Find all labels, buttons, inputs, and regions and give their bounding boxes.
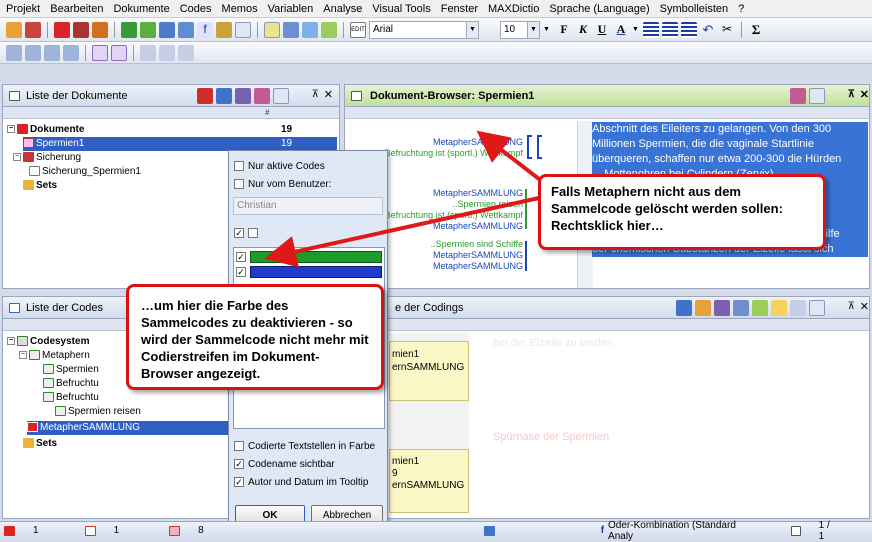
- documents-status-icon: [4, 525, 15, 536]
- status-page: 1 / 1: [790, 520, 854, 542]
- status-codes: 1: [84, 525, 138, 536]
- status-mode: f Oder-Kombination (Standard Analy: [600, 519, 736, 542]
- function-status-icon: f: [600, 525, 605, 536]
- status-bar: 1 1 8 f Oder-Kombination (Standard Analy …: [0, 519, 872, 542]
- callout-right-click: Falls Metaphern nicht aus dem Sammelcode…: [538, 174, 826, 250]
- codings-status-icon: [169, 525, 181, 536]
- callout-disable-color: …um hier die Farbe des Sammelcodes zu de…: [126, 284, 384, 390]
- status-filter: [483, 525, 513, 536]
- arrow-to-color-list: [264, 194, 549, 268]
- code-status-icon: [84, 525, 96, 536]
- filter-status-icon: [483, 525, 495, 536]
- annotation-arrows: [264, 130, 550, 268]
- status-documents: 1: [4, 525, 57, 536]
- status-codings: 8: [169, 525, 222, 536]
- page-status-icon: [790, 525, 801, 536]
